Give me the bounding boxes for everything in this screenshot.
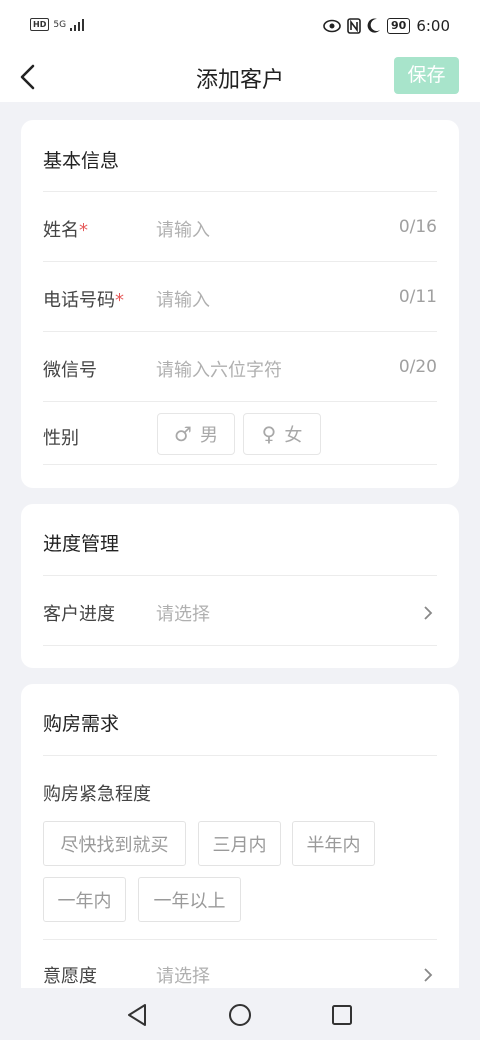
signal-icon xyxy=(70,18,85,31)
name-label: 姓名* xyxy=(43,220,88,241)
progress-card: 进度管理 客户进度 请选择 xyxy=(21,504,459,668)
customer-progress-select[interactable]: 请选择 xyxy=(156,600,210,626)
hd-badge: HD xyxy=(30,18,50,31)
gender-label: 性别 xyxy=(43,428,79,449)
urgency-option[interactable]: 尽快找到就买 xyxy=(43,821,186,866)
gender-female-label: 女 xyxy=(284,425,303,446)
divider xyxy=(43,939,437,940)
purchase-card: 购房需求 购房紧急程度 尽快找到就买 三月内 半年内 一年内 一年以上 意愿度 … xyxy=(21,684,459,988)
chevron-right-icon xyxy=(424,606,433,620)
wechat-label: 微信号 xyxy=(43,360,97,381)
save-button[interactable]: 保存 xyxy=(394,57,459,94)
male-icon: ♂ xyxy=(174,422,192,446)
required-mark: * xyxy=(115,290,124,311)
section-title: 购房需求 xyxy=(43,713,120,735)
name-input[interactable]: 请输入 xyxy=(156,216,210,242)
divider xyxy=(43,191,437,192)
basic-info-card: 基本信息 姓名* 请输入 0/16 电话号码* 请输入 0/11 微信号 请输入… xyxy=(21,120,459,488)
home-circle-icon[interactable] xyxy=(228,1003,252,1027)
divider xyxy=(43,331,437,332)
urgency-label: 购房紧急程度 xyxy=(43,784,151,805)
chevron-right-icon xyxy=(424,968,433,982)
urgency-option[interactable]: 一年内 xyxy=(43,877,126,922)
moon-icon xyxy=(367,18,380,33)
divider xyxy=(43,401,437,402)
name-char-count: 0/16 xyxy=(398,217,437,237)
form-scroll-area[interactable]: 基本信息 姓名* 请输入 0/16 电话号码* 请输入 0/11 微信号 请输入… xyxy=(0,102,480,988)
status-bar: HD 5G 90 6:00 xyxy=(0,0,480,52)
divider xyxy=(43,645,437,646)
recents-square-icon[interactable] xyxy=(331,1004,353,1026)
divider xyxy=(43,261,437,262)
status-time: 6:00 xyxy=(416,17,450,35)
eye-icon xyxy=(323,19,341,33)
urgency-option[interactable]: 一年以上 xyxy=(138,877,241,922)
intention-select[interactable]: 请选择 xyxy=(156,962,210,988)
gender-male-button[interactable]: ♂ 男 xyxy=(157,413,235,455)
phone-char-count: 0/11 xyxy=(398,287,437,307)
header: 添加客户 保存 xyxy=(0,52,480,102)
wechat-input[interactable]: 请输入六位字符 xyxy=(156,356,282,382)
female-icon: ♀ xyxy=(261,422,277,446)
back-triangle-icon[interactable] xyxy=(126,1003,148,1027)
nfc-icon xyxy=(347,18,361,34)
urgency-option[interactable]: 半年内 xyxy=(292,821,375,866)
required-mark: * xyxy=(79,220,88,241)
divider xyxy=(43,755,437,756)
urgency-option[interactable]: 三月内 xyxy=(198,821,281,866)
divider xyxy=(43,575,437,576)
phone-input[interactable]: 请输入 xyxy=(156,286,210,312)
section-title: 基本信息 xyxy=(43,150,120,172)
gender-female-button[interactable]: ♀ 女 xyxy=(243,413,321,455)
system-nav-bar xyxy=(0,988,480,1040)
customer-progress-label: 客户进度 xyxy=(43,604,115,625)
section-title: 进度管理 xyxy=(43,533,120,555)
wechat-char-count: 0/20 xyxy=(398,357,437,377)
status-icons: 90 6:00 xyxy=(323,17,450,35)
intention-label: 意愿度 xyxy=(43,966,97,987)
network-status: HD 5G xyxy=(30,18,85,31)
battery-indicator: 90 xyxy=(387,18,411,34)
signal-label: 5G xyxy=(53,19,67,30)
divider xyxy=(43,464,437,465)
gender-male-label: 男 xyxy=(199,425,218,446)
phone-label: 电话号码* xyxy=(43,290,124,311)
